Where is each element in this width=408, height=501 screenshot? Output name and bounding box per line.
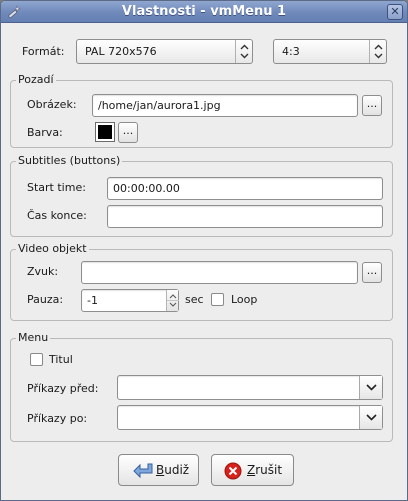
start-time-label: Start time: [27,181,86,194]
aspect-ratio-combo[interactable]: 4:3 [273,39,387,64]
background-legend: Pozadí [16,73,56,87]
video-format-value: PAL 720x576 [85,45,157,58]
combo-arrows-icon [235,40,252,63]
format-label: Formát: [22,45,65,58]
video-object-legend: Video objekt [16,242,89,256]
color-swatch[interactable] [95,122,115,142]
close-icon: ✕ [390,5,400,18]
color-pick-button[interactable]: ... [118,122,138,143]
aspect-ratio-value: 4:3 [282,45,300,58]
start-time-value: 00:00:00.00 [113,182,180,195]
ok-mnemonic: B [156,463,165,477]
sound-browse-button[interactable]: ... [362,262,382,283]
properties-dialog: Vlastnosti - vmMenu 1 ✕ Formát: PAL 720x… [0,0,408,501]
enter-arrow-icon [132,462,154,483]
chevron-down-icon[interactable] [359,376,382,399]
sound-path-field[interactable] [81,261,358,284]
title-checkbox[interactable] [30,353,43,366]
image-browse-button[interactable]: ... [362,95,382,116]
cancel-mnemonic: Z [247,463,256,477]
pre-commands-combo[interactable] [117,375,383,400]
close-button[interactable]: ✕ [387,4,403,20]
pause-value: -1 [87,294,98,307]
sound-label: Zvuk: [27,265,59,278]
end-time-field[interactable] [107,205,383,228]
color-pick-label: ... [122,124,134,137]
ok-button-label: Budiž [156,463,189,477]
post-commands-combo[interactable] [117,405,383,430]
color-label: Barva: [27,126,63,139]
loop-checkbox[interactable] [211,293,224,306]
title-checkbox-label: Titul [49,353,73,366]
image-label: Obrázek: [27,98,77,111]
image-path-field[interactable]: /home/jan/aurora1.jpg [92,94,358,117]
menu-legend: Menu [16,331,51,345]
combo-arrows-icon [369,40,386,63]
chevron-down-icon[interactable] [359,406,382,429]
window-title: Vlastnosti - vmMenu 1 [121,4,287,19]
pre-commands-label: Příkazy před: [27,382,99,395]
browse-label: ... [366,264,378,277]
color-swatch-fill [98,125,112,139]
ok-button[interactable]: Budiž [118,454,199,486]
loop-label: Loop [231,293,258,306]
subtitles-legend: Subtitles (buttons) [16,154,123,168]
spin-arrows-icon[interactable] [166,290,179,311]
cancel-button[interactable]: Zrušit [211,454,294,486]
ok-label-rest: udiž [164,463,190,477]
cancel-label-rest: rušit [255,463,283,477]
start-time-field[interactable]: 00:00:00.00 [107,177,383,200]
post-commands-label: Příkazy po: [27,412,88,425]
video-format-combo[interactable]: PAL 720x576 [76,39,253,64]
pause-spinbox[interactable]: -1 [81,289,179,312]
pause-label: Pauza: [27,293,64,306]
image-path-value: /home/jan/aurora1.jpg [98,99,221,112]
title-bar[interactable]: Vlastnosti - vmMenu 1 ✕ [1,1,407,23]
cancel-button-label: Zrušit [247,463,282,477]
cancel-circle-icon [224,462,242,483]
end-time-label: Čas konce: [27,209,87,222]
pause-unit: sec [185,293,204,306]
browse-label: ... [366,97,378,110]
video-object-frame [10,249,393,321]
